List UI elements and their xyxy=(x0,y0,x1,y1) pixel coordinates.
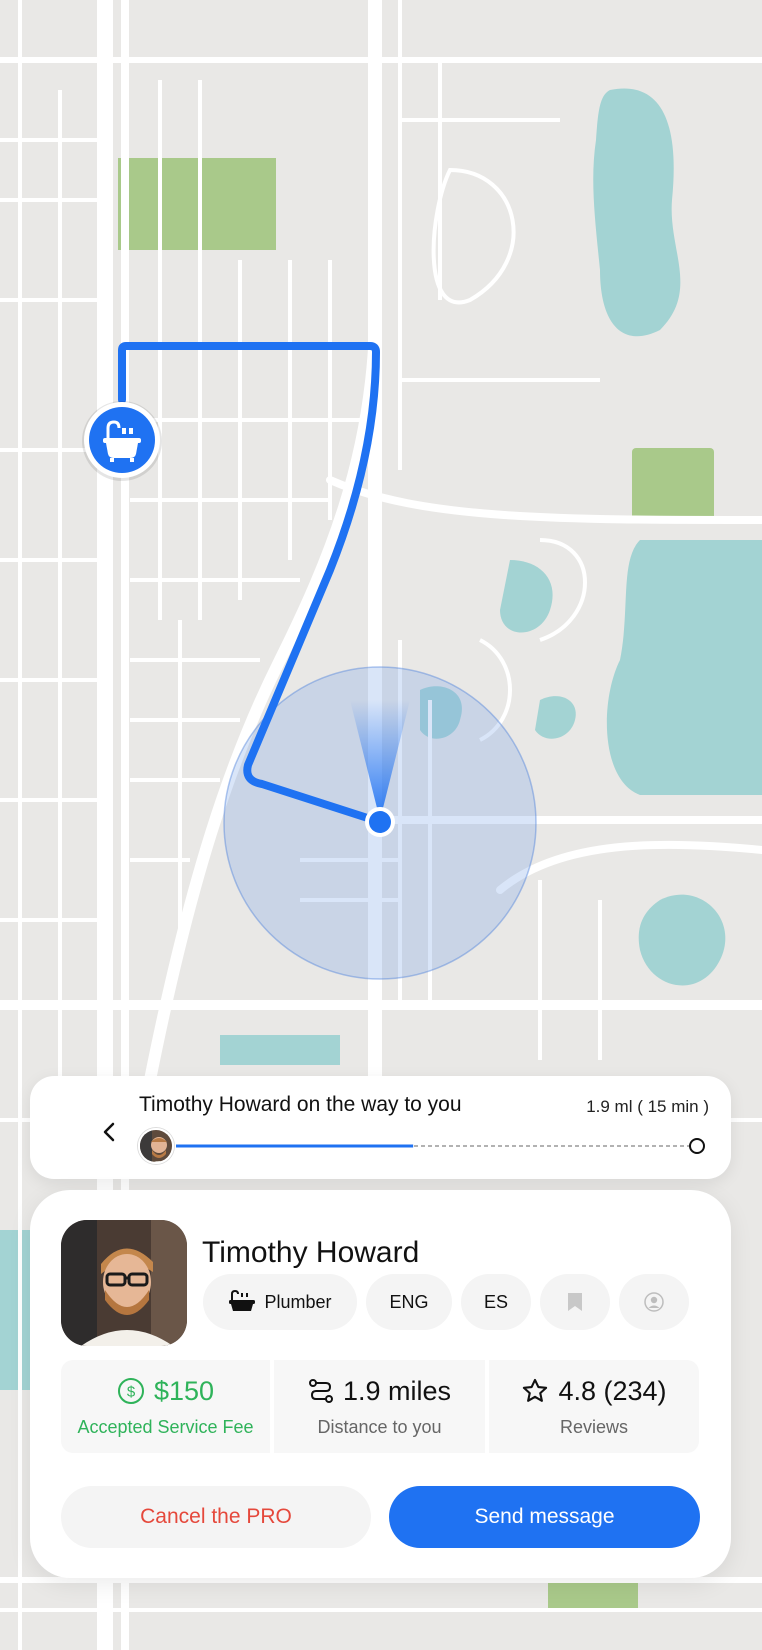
language-chip-es[interactable]: ES xyxy=(461,1274,531,1330)
location-dot-icon xyxy=(365,807,395,837)
bookmark-icon xyxy=(568,1293,582,1311)
user-circle-icon xyxy=(644,1292,664,1312)
bookmark-button[interactable] xyxy=(540,1274,610,1330)
trip-status-bar: Timothy Howard on the way to you 1.9 ml … xyxy=(30,1076,731,1179)
pro-avatar xyxy=(61,1220,187,1346)
pro-name: Timothy Howard xyxy=(202,1236,420,1269)
dollar-circle-icon: $ xyxy=(117,1378,144,1404)
trip-status-title: Timothy Howard on the way to you xyxy=(139,1093,462,1116)
star-icon xyxy=(523,1378,548,1402)
chevron-left-icon[interactable] xyxy=(98,1120,122,1144)
destination-marker xyxy=(82,401,162,481)
pro-card: Timothy Howard Plumber ENG ES $ $150 Acc… xyxy=(30,1190,731,1578)
trip-destination-dot xyxy=(689,1138,705,1154)
distance-stat: 1.9 miles Distance to you xyxy=(274,1360,485,1453)
trip-progress-bar xyxy=(176,1144,703,1148)
profession-chip[interactable]: Plumber xyxy=(203,1274,357,1330)
trip-eta: 1.9 ml ( 15 min ) xyxy=(586,1097,709,1116)
send-message-button[interactable]: Send message xyxy=(389,1486,700,1548)
pro-stats: $ $150 Accepted Service Fee 1.9 miles Di… xyxy=(61,1360,699,1453)
profile-button[interactable] xyxy=(619,1274,689,1330)
service-fee-stat: $ $150 Accepted Service Fee xyxy=(61,1360,270,1453)
distance-value: 1.9 miles xyxy=(342,1375,452,1406)
rating-value: 4.8 (234) xyxy=(558,1375,667,1406)
reviews-stat[interactable]: 4.8 (234) Reviews xyxy=(489,1360,699,1453)
pro-mini-avatar xyxy=(138,1128,174,1164)
pro-tags: Plumber ENG ES xyxy=(203,1274,689,1330)
distance-label: Distance to you xyxy=(317,1416,442,1437)
svg-text:$: $ xyxy=(127,1384,136,1401)
service-fee-label: Accepted Service Fee xyxy=(77,1416,254,1437)
reviews-label: Reviews xyxy=(559,1416,629,1437)
route-icon xyxy=(308,1379,333,1403)
language-chip-eng[interactable]: ENG xyxy=(366,1274,452,1330)
cancel-pro-button[interactable]: Cancel the PRO xyxy=(61,1486,371,1548)
bathtub-icon xyxy=(229,1290,256,1311)
service-fee-value: $150 xyxy=(153,1375,215,1406)
profession-label: Plumber xyxy=(264,1291,332,1312)
